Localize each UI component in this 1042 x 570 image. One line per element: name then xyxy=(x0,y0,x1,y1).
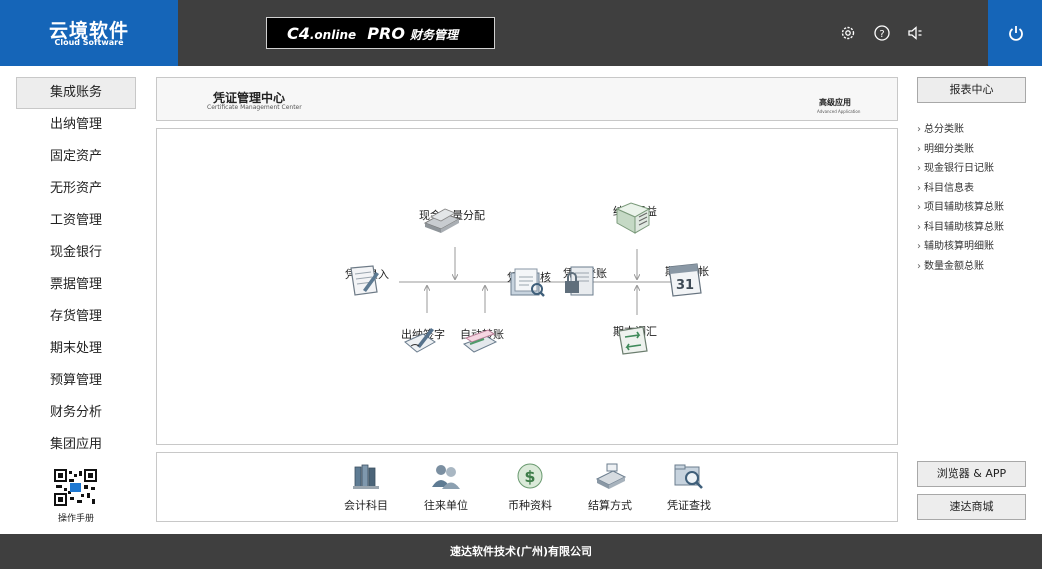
post-lock-icon xyxy=(565,266,594,296)
exchange-adjust-icon xyxy=(618,326,648,355)
link-project-aux-ledger[interactable]: › 项目辅助核算总账 xyxy=(917,198,1004,213)
nav-item-payroll[interactable]: 工资管理 xyxy=(16,209,136,233)
link-detail-ledger[interactable]: › 明细分类账 xyxy=(917,140,974,155)
sign-pen-icon xyxy=(404,328,436,353)
nav-item-intangible-assets[interactable]: 无形资产 xyxy=(16,177,136,201)
manual-label[interactable]: 操作手册 xyxy=(40,511,112,524)
voucher-flow-panel: 现金流量分配 结转损益 凭证录入 凭证审核 xyxy=(156,128,898,445)
tool-chart-of-accounts[interactable]: 会计科目 xyxy=(331,461,401,513)
tool-chart-of-accounts-label: 会计科目 xyxy=(344,499,388,512)
link-general-ledger[interactable]: › 总分类账 xyxy=(917,120,964,135)
page-subtitle: Certificate Management Center xyxy=(207,104,302,111)
logo-en: Cloud Software xyxy=(54,38,124,47)
svg-text:?: ? xyxy=(879,29,884,40)
nav-item-cash-bank[interactable]: 现金银行 xyxy=(16,241,136,265)
nav-item-period-end[interactable]: 期末处理 xyxy=(16,337,136,361)
voucher-center-header: 凭证管理中心 Certificate Management Center 高级应… xyxy=(156,77,898,121)
product-module: 财务管理 xyxy=(410,28,459,42)
auto-transfer-icon xyxy=(462,329,498,353)
search-folder-icon xyxy=(674,464,703,489)
footer-company: 速达软件技术(广州)有限公司 xyxy=(449,545,593,558)
nav-item-cashier[interactable]: 出纳管理 xyxy=(16,113,136,137)
qr-code-icon[interactable] xyxy=(54,469,97,506)
cash-register-icon xyxy=(595,463,627,489)
binders-icon xyxy=(353,464,379,489)
nav-item-financial-analysis[interactable]: 财务分析 xyxy=(16,401,136,425)
link-account-info[interactable]: › 科目信息表 xyxy=(917,179,974,194)
speaker-icon[interactable] xyxy=(906,24,924,42)
power-icon xyxy=(1009,26,1023,41)
link-cash-bank-journal[interactable]: › 现金银行日记账 xyxy=(917,159,994,174)
product-version: C4.online PRO xyxy=(287,24,405,43)
flow-voucher-entry[interactable]: 凭证录入 xyxy=(345,264,389,296)
calendar-icon: 31 xyxy=(668,263,702,297)
nav-item-fixed-assets[interactable]: 固定资产 xyxy=(16,145,136,169)
tool-contacts-label: 往来单位 xyxy=(424,499,468,512)
flow-period-close[interactable]: 31 期末结帐 xyxy=(665,261,709,297)
flow-transfer-pl[interactable]: 结转损益 xyxy=(613,201,657,234)
tool-voucher-search-label: 凭证查找 xyxy=(667,499,711,512)
svg-text:31: 31 xyxy=(676,278,694,293)
flow-cashier-sign[interactable]: 出纳签字 xyxy=(401,324,445,353)
nav-item-bills[interactable]: 票据管理 xyxy=(16,273,136,297)
nav-item-budget[interactable]: 预算管理 xyxy=(16,369,136,393)
link-account-aux-ledger[interactable]: › 科目辅助核算总账 xyxy=(917,218,1004,233)
nav-item-inventory[interactable]: 存货管理 xyxy=(16,305,136,329)
tool-currency-label: 币种资料 xyxy=(508,499,552,512)
users-icon xyxy=(432,465,460,489)
tool-currency[interactable]: $ 币种资料 xyxy=(495,461,565,513)
cash-stack-icon xyxy=(423,208,461,233)
link-quantity-amount-ledger[interactable]: › 数量金额总账 xyxy=(917,257,984,272)
tool-settlement-label: 结算方式 xyxy=(588,499,632,512)
flow-period-adjust[interactable]: 期末调汇 xyxy=(613,321,657,355)
nav-item-group-app[interactable]: 集团应用 xyxy=(16,433,136,457)
svg-text:$: $ xyxy=(524,467,535,486)
report-center-button[interactable]: 报表中心 xyxy=(917,77,1026,103)
advanced-app-link[interactable]: 高级应用 xyxy=(819,97,851,108)
tool-voucher-search[interactable]: 凭证查找 xyxy=(654,461,724,513)
gear-icon[interactable] xyxy=(839,24,857,42)
flow-voucher-audit[interactable]: 凭证审核 xyxy=(507,267,551,297)
advanced-app-subtitle: Advanced Application xyxy=(817,109,861,114)
tools-panel: 会计科目 往来单位 $ 币种资料 结算方式 凭证查找 xyxy=(156,452,898,522)
voucher-entry-icon xyxy=(350,265,379,296)
audit-folder-icon xyxy=(510,268,545,297)
tool-contacts[interactable]: 往来单位 xyxy=(411,461,481,513)
dollar-icon: $ xyxy=(517,463,543,489)
flow-cash-flow[interactable]: 现金流量分配 xyxy=(419,205,485,233)
flow-voucher-post[interactable]: 凭证登账 xyxy=(563,263,607,296)
top-header: 云境软件 Cloud Software C4.online PRO 财务管理 ? xyxy=(0,0,1042,66)
power-button[interactable] xyxy=(988,0,1042,66)
flow-auto-transfer[interactable]: 自动转账 xyxy=(460,324,504,353)
browser-app-button[interactable]: 浏览器 & APP xyxy=(917,461,1026,487)
company-logo: 云境软件 Cloud Software xyxy=(0,0,178,66)
tool-settlement[interactable]: 结算方式 xyxy=(575,461,645,513)
product-badge: C4.online PRO 财务管理 xyxy=(266,17,495,49)
nav-item-integrated-accounts[interactable]: 集成账务 xyxy=(16,77,136,109)
ledger-icon xyxy=(615,202,651,234)
link-aux-detail-ledger[interactable]: › 辅助核算明细账 xyxy=(917,237,994,252)
help-icon[interactable]: ? xyxy=(873,24,891,42)
footer: 速达软件技术(广州)有限公司 xyxy=(0,534,1042,569)
mall-button[interactable]: 速达商城 xyxy=(917,494,1026,520)
